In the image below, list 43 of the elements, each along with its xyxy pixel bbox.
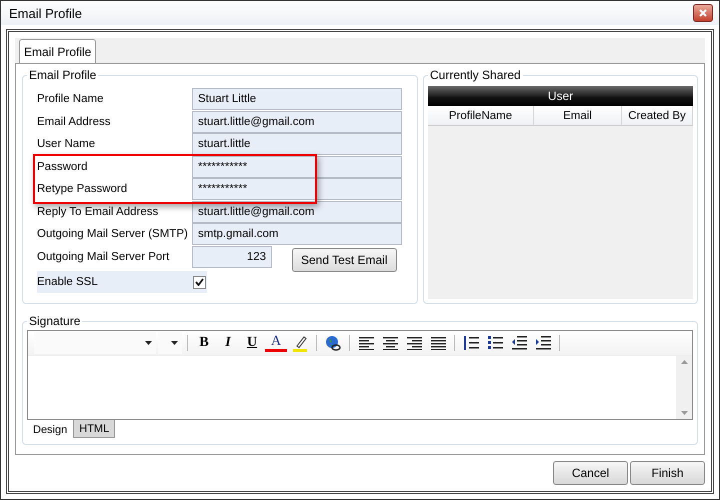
font-color-button[interactable]: A bbox=[265, 334, 287, 352]
send-test-email-button[interactable]: Send Test Email bbox=[292, 248, 396, 272]
bold-button[interactable]: B bbox=[193, 333, 215, 353]
input-field[interactable]: *********** bbox=[192, 178, 402, 200]
view-tab[interactable]: HTML bbox=[73, 420, 116, 438]
group-title: Currently Shared bbox=[429, 68, 522, 82]
input-field[interactable]: Stuart Little bbox=[192, 88, 402, 110]
input-field[interactable]: stuart.little@gmail.com bbox=[192, 200, 402, 223]
align-right-icon bbox=[406, 336, 422, 350]
column-header[interactable]: ProfileName bbox=[428, 106, 534, 126]
group-title: Email Profile bbox=[28, 68, 98, 82]
checkbox[interactable] bbox=[193, 276, 206, 288]
field-label: Retype Password bbox=[37, 183, 128, 196]
underline-button[interactable]: U bbox=[241, 333, 263, 353]
column-header[interactable]: Email bbox=[534, 106, 622, 126]
tab[interactable]: Email Profile bbox=[19, 39, 96, 63]
window-title: Email Profile bbox=[9, 6, 82, 20]
input-field[interactable]: *********** bbox=[192, 156, 402, 178]
justify-icon bbox=[430, 336, 446, 350]
field-label: User Name bbox=[37, 138, 96, 150]
input-field[interactable]: stuart.little@gmail.com bbox=[192, 110, 402, 133]
close-icon bbox=[699, 9, 707, 17]
caret-icon[interactable] bbox=[145, 341, 152, 345]
dialog-button[interactable]: Finish bbox=[630, 461, 705, 485]
field-label: Password bbox=[37, 160, 88, 173]
input-field[interactable]: stuart.little bbox=[192, 133, 402, 156]
align-center-icon bbox=[382, 336, 398, 350]
close-button[interactable] bbox=[693, 4, 713, 22]
column-group-header: User bbox=[428, 86, 693, 106]
align-left-icon bbox=[358, 336, 374, 350]
input-field[interactable]: smtp.gmail.com bbox=[192, 223, 402, 246]
dialog-button[interactable]: Cancel bbox=[553, 461, 628, 485]
group-title: Signature bbox=[28, 314, 82, 328]
column-header[interactable]: Created By bbox=[622, 106, 693, 126]
field-label: Outgoing Mail Server Port bbox=[37, 250, 170, 263]
italic-button[interactable]: I bbox=[217, 333, 239, 353]
field-label: Enable SSL bbox=[37, 276, 99, 288]
field-label: Profile Name bbox=[37, 93, 104, 106]
field-label: Email Address bbox=[37, 116, 112, 128]
field-label: Outgoing Mail Server (SMTP) bbox=[37, 228, 189, 240]
field-label: Reply To Email Address bbox=[37, 206, 160, 218]
caret-icon[interactable] bbox=[171, 341, 178, 345]
input-field[interactable]: 123 bbox=[192, 246, 272, 268]
